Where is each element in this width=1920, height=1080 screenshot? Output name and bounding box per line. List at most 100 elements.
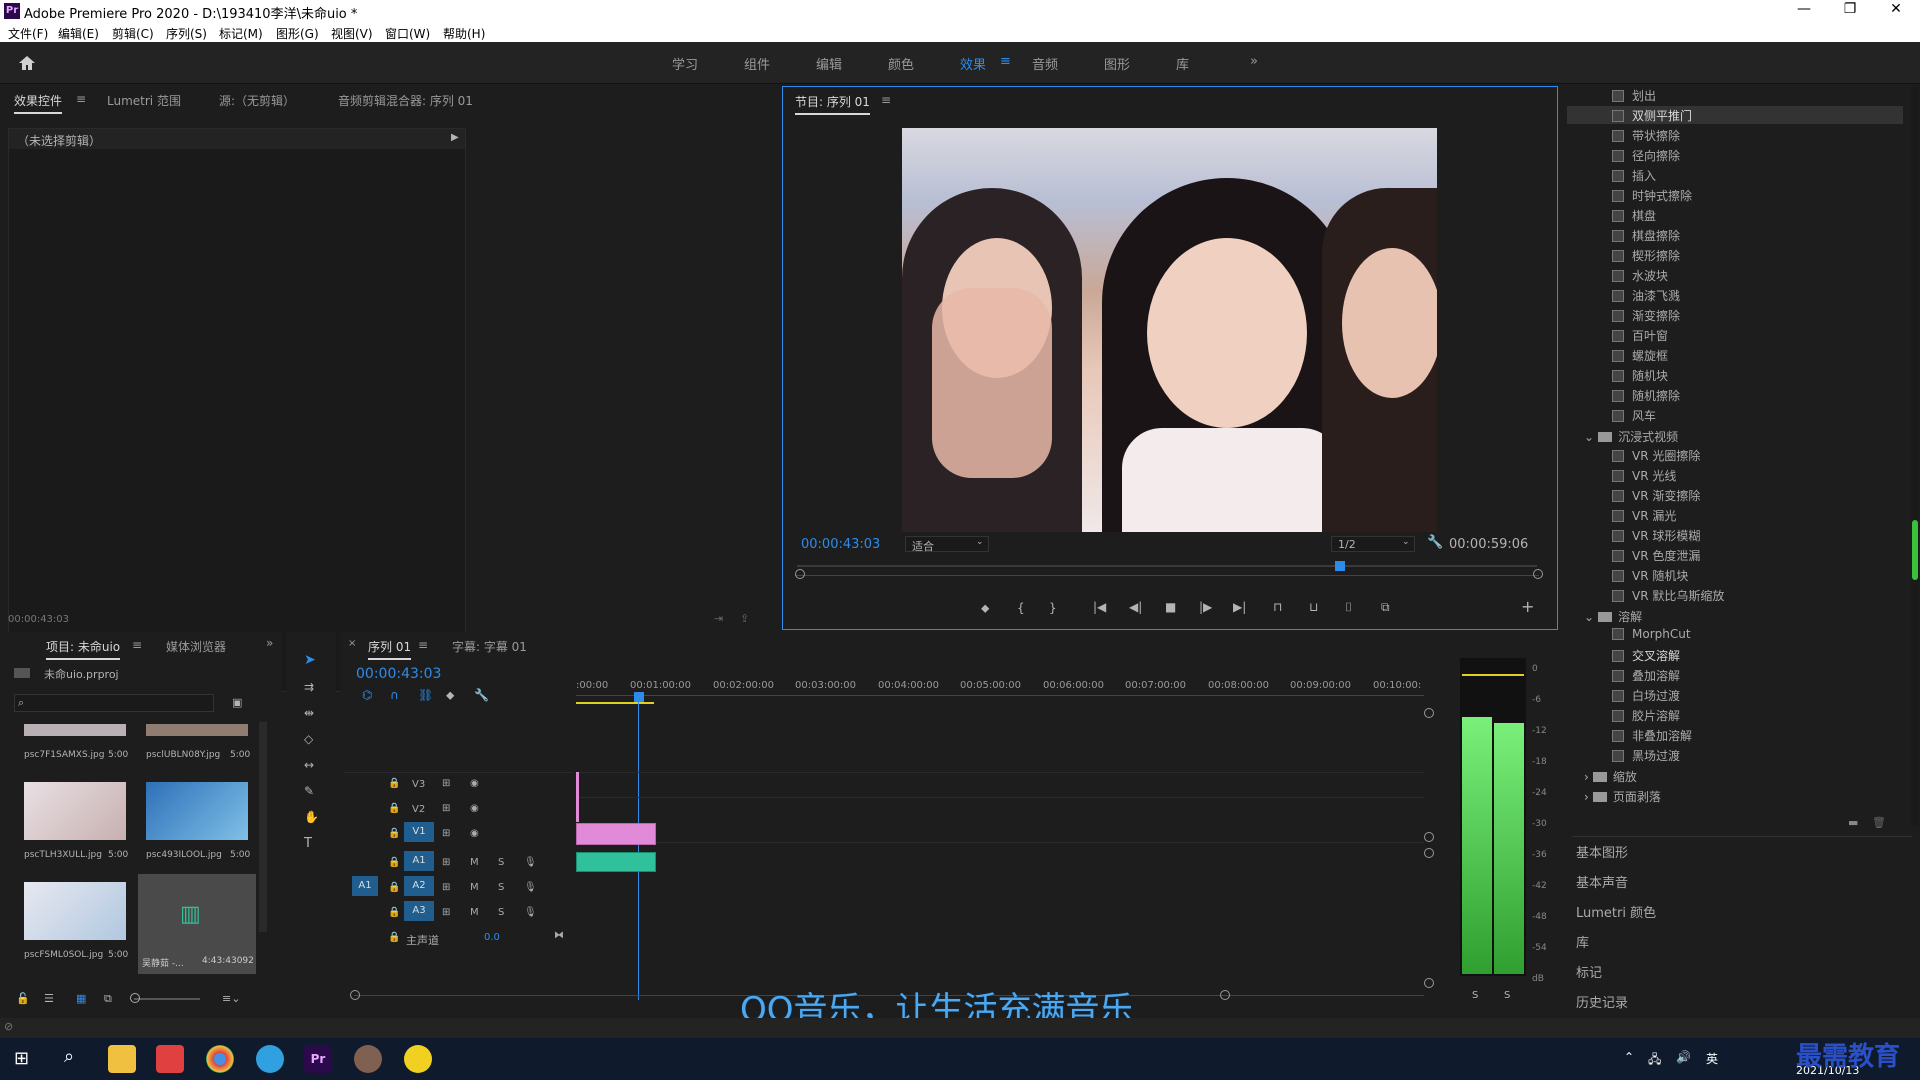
- solo-left-button[interactable]: S: [1472, 990, 1478, 1001]
- slip-tool-icon[interactable]: ↔: [304, 758, 314, 772]
- program-menu-icon[interactable]: ≡: [881, 93, 891, 107]
- caption-clip[interactable]: [576, 772, 579, 822]
- lock-icon[interactable]: 🔓: [16, 992, 30, 1005]
- stop-icon[interactable]: ■: [1165, 600, 1176, 614]
- v1-film-icon[interactable]: ⊞: [442, 828, 450, 839]
- thumbnail-size-slider[interactable]: [134, 998, 200, 1000]
- a1-lock-icon[interactable]: 🔒: [388, 857, 400, 868]
- effect-item[interactable]: 楔形擦除: [1612, 247, 1680, 267]
- panel-menu-icon[interactable]: ≡: [76, 92, 86, 106]
- user-avatar-icon[interactable]: [354, 1045, 382, 1073]
- hscroll-handle-right[interactable]: [1220, 990, 1230, 1000]
- track-label-a1[interactable]: A1: [404, 851, 434, 871]
- resolution-dropdown[interactable]: 1/2 ⌄: [1331, 536, 1415, 552]
- compare-icon[interactable]: ⧉: [1381, 600, 1390, 615]
- more-panels-icon[interactable]: »: [266, 636, 273, 650]
- thumb-4[interactable]: [146, 782, 248, 840]
- effect-folder[interactable]: › 缩放: [1584, 768, 1637, 785]
- effect-item[interactable]: 渐变擦除: [1612, 307, 1680, 327]
- tab-effect-controls[interactable]: 效果控件: [14, 92, 63, 114]
- master-volume-value[interactable]: 0.0: [484, 932, 500, 943]
- program-playhead[interactable]: [1335, 561, 1345, 571]
- tray-ime-label[interactable]: 英: [1706, 1050, 1718, 1067]
- project-menu-icon[interactable]: ≡: [132, 638, 142, 652]
- effect-item[interactable]: 棋盘: [1612, 207, 1656, 227]
- go-to-out-icon[interactable]: ▶|: [1233, 600, 1246, 614]
- nest-icon[interactable]: ⌬: [362, 688, 372, 702]
- hscroll-handle-left[interactable]: [350, 990, 360, 1000]
- selection-tool-icon[interactable]: ➤: [304, 652, 316, 668]
- workspace-editing[interactable]: 编辑: [816, 54, 842, 73]
- minimize-icon[interactable]: —: [1784, 1, 1824, 17]
- master-link-icon[interactable]: ⧓: [554, 930, 564, 941]
- v1-eye-icon[interactable]: ◉: [470, 828, 479, 839]
- workspace-color[interactable]: 颜色: [888, 54, 914, 73]
- effect-item[interactable]: 非叠加溶解: [1612, 727, 1692, 747]
- thumb-audio[interactable]: ▥ 吴静茹 -... 4:43:43092: [138, 874, 256, 974]
- qq-music-icon[interactable]: [404, 1045, 432, 1073]
- thumb-3[interactable]: [24, 782, 126, 840]
- effects-scrollbar[interactable]: [1911, 86, 1919, 826]
- effect-item[interactable]: 插入: [1612, 167, 1656, 187]
- close-tab-icon[interactable]: ×: [348, 638, 356, 649]
- effect-item[interactable]: VR 球形模糊: [1612, 527, 1700, 547]
- effect-folder[interactable]: ⌄ 沉浸式视频: [1584, 428, 1678, 445]
- chevron-right-icon[interactable]: ›: [1584, 790, 1589, 804]
- effect-item[interactable]: 黑场过渡: [1612, 747, 1680, 767]
- v2-lock-icon[interactable]: 🔒: [388, 803, 400, 814]
- tab-project[interactable]: 项目: 未命uio: [46, 638, 121, 660]
- workspace-learn[interactable]: 学习: [672, 54, 698, 73]
- slider-handle[interactable]: [130, 993, 140, 1003]
- solo-right-button[interactable]: S: [1504, 990, 1510, 1001]
- icon-view-icon[interactable]: ▦: [76, 992, 86, 1005]
- windows-start-icon[interactable]: ⊞: [14, 1048, 29, 1069]
- add-button-icon[interactable]: +: [1521, 597, 1534, 616]
- add-marker-icon[interactable]: ⬥: [981, 601, 989, 616]
- effect-item[interactable]: 交叉溶解: [1612, 647, 1680, 667]
- v2-eye-icon[interactable]: ◉: [470, 803, 479, 814]
- project-scrollbar[interactable]: [259, 722, 267, 932]
- new-bin-icon[interactable]: ▣: [232, 696, 242, 709]
- effect-item[interactable]: 水波块: [1612, 267, 1668, 287]
- zoom-handle-left[interactable]: [795, 569, 805, 579]
- track-label-v1[interactable]: V1: [404, 822, 434, 842]
- effect-item[interactable]: 时钟式擦除: [1612, 187, 1692, 207]
- a1-mute-button[interactable]: M: [470, 857, 479, 868]
- effect-item[interactable]: 油漆飞溅: [1612, 287, 1680, 307]
- extract-icon[interactable]: ⊔: [1309, 600, 1318, 614]
- effect-item[interactable]: 螺旋框: [1612, 347, 1668, 367]
- tray-network-icon[interactable]: 🖧: [1648, 1050, 1661, 1071]
- a2-mute-button[interactable]: M: [470, 882, 479, 893]
- timeline-timecode[interactable]: 00:00:43:03: [356, 666, 441, 682]
- effect-item[interactable]: VR 光线: [1612, 467, 1676, 487]
- a3-mute-button[interactable]: M: [470, 907, 479, 918]
- track-label-a3[interactable]: A3: [404, 901, 434, 921]
- fit-dropdown[interactable]: 适合 ⌄: [905, 536, 989, 553]
- v3-lock-icon[interactable]: 🔒: [388, 778, 400, 789]
- v2-film-icon[interactable]: ⊞: [442, 803, 450, 814]
- a2-lock-icon[interactable]: 🔒: [388, 882, 400, 893]
- menu-marker[interactable]: 标记(M): [219, 25, 263, 42]
- thumb-1[interactable]: [24, 724, 126, 736]
- master-lock-icon[interactable]: 🔒: [388, 932, 400, 943]
- tab-lumetri-scopes[interactable]: Lumetri 范围: [107, 92, 181, 109]
- tab-program[interactable]: 节目: 序列 01: [795, 93, 870, 115]
- a3-mic-icon[interactable]: 🎙: [524, 907, 537, 918]
- section-essential-sound[interactable]: 基本声音: [1576, 872, 1628, 891]
- program-scrub-bar[interactable]: [797, 565, 1537, 567]
- a2-solo-button[interactable]: S: [498, 882, 504, 893]
- effect-folder[interactable]: › 页面剥落: [1584, 788, 1661, 805]
- v3-film-icon[interactable]: ⊞: [442, 778, 450, 789]
- effect-item[interactable]: 带状擦除: [1612, 127, 1680, 147]
- delete-icon[interactable]: 🗑: [1872, 816, 1886, 829]
- ie-icon[interactable]: [256, 1045, 284, 1073]
- pen-tool-icon[interactable]: ✎: [304, 784, 314, 798]
- section-libraries[interactable]: 库: [1576, 932, 1589, 951]
- workspace-audio[interactable]: 音频: [1032, 54, 1058, 73]
- expand-icon[interactable]: ▶: [451, 132, 459, 143]
- tab-source[interactable]: 源:（无剪辑）: [219, 92, 295, 109]
- workspace-effects[interactable]: 效果: [960, 54, 986, 73]
- a1-film-icon[interactable]: ⊞: [442, 857, 450, 868]
- workspace-libraries[interactable]: 库: [1176, 54, 1189, 73]
- effect-item[interactable]: 随机擦除: [1612, 387, 1680, 407]
